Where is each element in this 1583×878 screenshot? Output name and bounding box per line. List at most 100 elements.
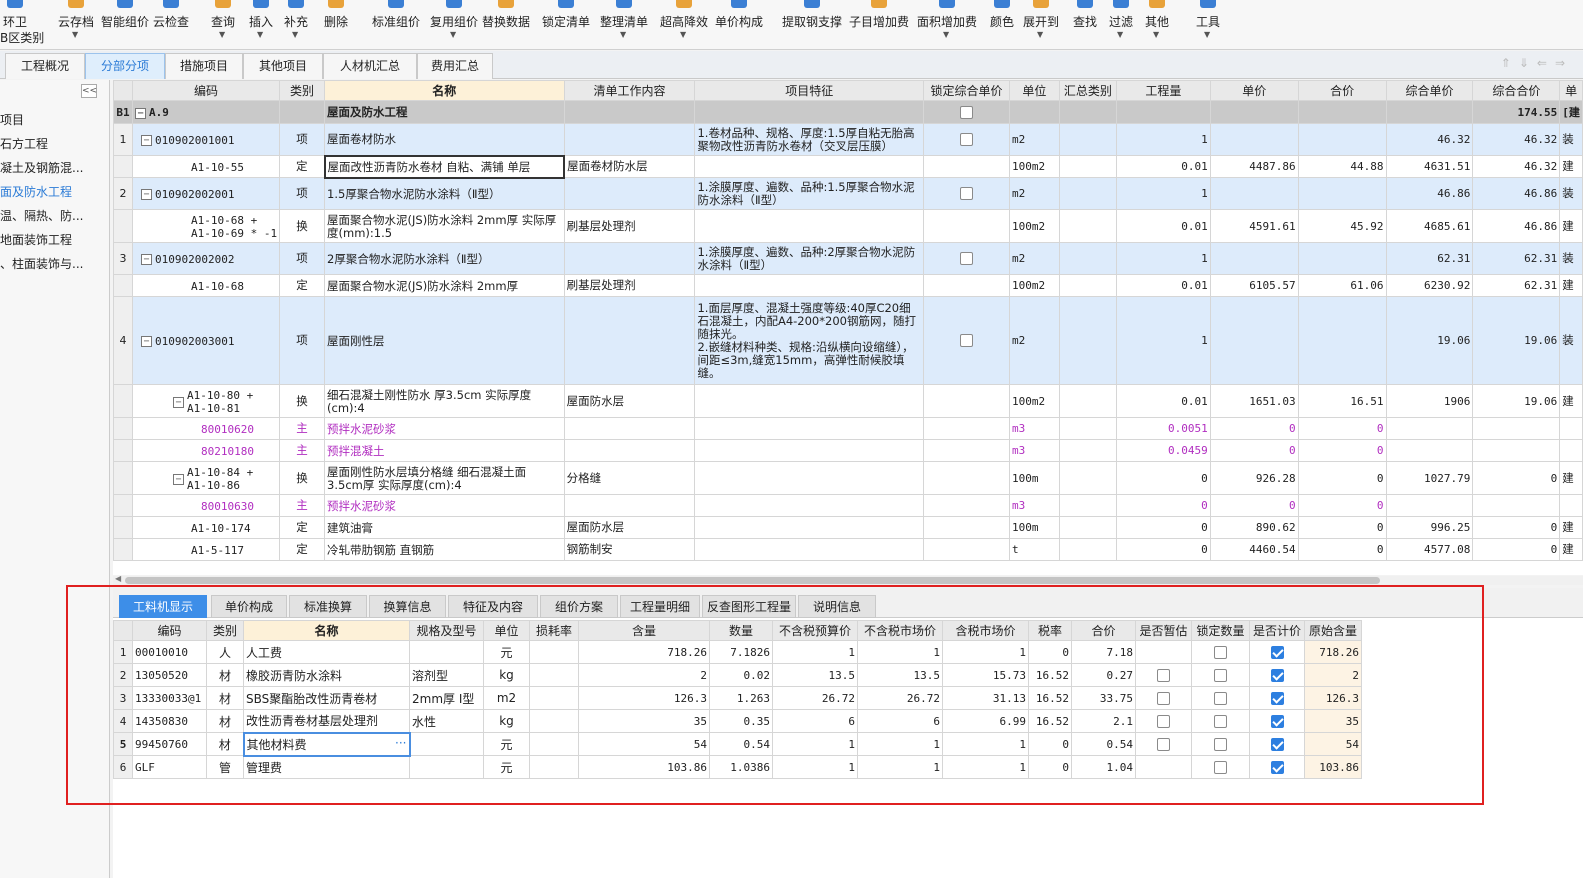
sidebar-item-0[interactable]: 项目 [0,110,108,130]
check-cell-lockq[interactable] [1191,709,1250,733]
resource-column-header-1[interactable]: 编码 [132,620,207,641]
ellipsis-icon[interactable]: ··· [395,736,406,750]
lock-cell[interactable] [922,417,1010,440]
sidebar-item-5[interactable]: 地面装饰工程 [0,230,108,250]
estimate-checkbox[interactable] [1157,737,1170,751]
lock-cell[interactable] [922,384,1010,418]
item-name[interactable]: 建筑油膏 [324,516,565,539]
toolbar-button-19[interactable]: 展开到 ▼ [1020,0,1062,49]
resource-column-header-9[interactable]: 不含税预算价 [772,620,858,641]
item-name[interactable]: 预拌混凝土 [324,439,565,462]
collapse-tree-icon[interactable]: − [140,336,152,348]
table-row[interactable]: 1−010902001001 项屋面卷材防水 1.卷材品种、规格、厚度:1.5厚自粘… [113,123,1583,156]
lock-checkbox[interactable] [959,252,973,266]
resource-row[interactable]: 1 00010010 人人工费元 718.26 7.1826 1 1 1 0 7.18 718.26 [113,640,1362,664]
resource-content[interactable]: 126.3 [578,686,710,710]
resource-content[interactable]: 54 [578,732,710,756]
detail-tab-0[interactable]: 工料机显示 [119,595,207,618]
toolbar-button-0[interactable]: 环卫 B区类别 [0,0,44,49]
lock-cell[interactable] [922,177,1010,210]
item-name[interactable]: 屋面聚合物水泥(JS)防水涂料 2mm厚 [324,274,565,297]
resource-row[interactable]: 4 14350830 材改性沥青卷材基层处理剂 水性 kg 35 0.35 6 6 6.99 16.… [113,709,1362,733]
column-header-11[interactable]: 合价 [1297,80,1387,101]
table-row[interactable]: −A1-10-80 + A1-10-81 换细石混凝土刚性防水 厚3.5cm 实际… [113,384,1583,418]
check-cell-lockq[interactable] [1191,640,1250,664]
resource-column-header-3[interactable]: 名称 [243,620,410,641]
resource-column-header-5[interactable]: 单位 [483,620,530,641]
toolbar-button-3[interactable]: 云检查 [152,0,190,49]
toolbar-button-17[interactable]: 面积增加费 ▼ [914,0,980,49]
toolbar-button-1[interactable]: 云存档 ▼ [56,0,96,49]
item-name[interactable]: 细石混凝土刚性防水 厚3.5cm 实际厚度(cm):4 [324,384,565,418]
lock-checkbox[interactable] [959,334,973,348]
lock-qty-checkbox[interactable] [1214,737,1227,751]
sidebar-item-2[interactable]: 凝土及钢筋混... [0,158,108,178]
lock-qty-checkbox[interactable] [1214,760,1227,774]
item-name[interactable]: 屋面改性沥青防水卷材 自粘、满铺 单层 [323,154,566,179]
column-header-13[interactable]: 综合合价 [1472,80,1561,101]
column-header-14[interactable]: 单 [1559,80,1583,101]
resource-column-header-7[interactable]: 含量 [578,620,710,641]
detail-tab-6[interactable]: 工程量明细 [620,595,700,618]
check-cell-est[interactable] [1135,732,1192,756]
detail-tab-7[interactable]: 反查图形工程量 [702,595,796,618]
check-cell-lockq[interactable] [1191,663,1250,687]
lock-cell[interactable] [922,494,1010,517]
lock-qty-checkbox[interactable] [1214,668,1227,682]
table-row[interactable]: A1-10-55 定屋面改性沥青防水卷材 自粘、满铺 单层 屋面卷材防水层 100m2… [113,154,1583,179]
lock-cell[interactable] [922,296,1010,385]
lock-cell[interactable] [922,100,1010,124]
table-row[interactable]: 4−010902003001 项屋面刚性层 1.面层厚度、混凝土强度等级:40厚C2… [113,296,1583,385]
resource-content[interactable]: 2 [578,663,710,687]
resource-content[interactable]: 35 [578,709,710,733]
sidebar-item-6[interactable]: 、柱面装饰与... [0,254,108,274]
column-header-6[interactable]: 锁定综合单价 [922,80,1010,101]
scroll-left-icon[interactable]: ◀ [115,574,121,583]
item-name[interactable]: 预拌水泥砂浆 [324,417,565,440]
priced-checkbox[interactable] [1270,668,1284,682]
lock-cell[interactable] [922,242,1010,275]
check-cell-lockq[interactable] [1191,686,1250,710]
toolbar-button-12[interactable]: 整理清单 ▼ [596,0,652,49]
table-row[interactable]: −A1-10-84 + A1-10-86 换屋面刚性防水层填分格缝 细石混凝土面3… [113,461,1583,495]
item-name[interactable]: 屋面聚合物水泥(JS)防水涂料 2mm厚 实际厚度(mm):1.5 [324,209,565,243]
lock-checkbox[interactable] [959,187,973,201]
estimate-checkbox[interactable] [1157,668,1170,682]
toolbar-button-21[interactable]: 过滤 ▼ [1106,0,1136,49]
check-cell-est[interactable] [1135,640,1192,664]
lock-cell[interactable] [922,461,1010,495]
scroll-thumb[interactable] [125,577,1380,584]
check-cell-est[interactable] [1135,663,1192,687]
resource-column-header-2[interactable]: 类别 [206,620,244,641]
priced-checkbox[interactable] [1270,645,1284,659]
detail-tab-4[interactable]: 特征及内容 [448,595,538,618]
resource-column-header-15[interactable]: 锁定数量 [1191,620,1250,641]
lock-checkbox[interactable] [959,133,973,147]
toolbar-button-16[interactable]: 子目增加费 [846,0,912,49]
detail-tab-3[interactable]: 换算信息 [369,595,446,618]
resource-content[interactable]: 103.86 [578,755,710,779]
tab-5[interactable]: 费用汇总 [417,53,493,79]
resource-column-header-10[interactable]: 不含税市场价 [857,620,943,641]
priced-checkbox[interactable] [1270,691,1284,705]
check-cell-lockq[interactable] [1191,755,1250,779]
resource-row[interactable]: 6 GLF 管管理费元 103.86 1.0386 1 1 1 0 1.04 103.86 [113,755,1362,779]
item-name[interactable]: 屋面刚性防水层填分格缝 细石混凝土面3.5cm厚 实际厚度(cm):4 [324,461,565,495]
toolbar-button-22[interactable]: 其他 ▼ [1142,0,1172,49]
tab-3[interactable]: 其他项目 [243,53,323,79]
resource-column-header-13[interactable]: 合价 [1071,620,1136,641]
column-header-5[interactable]: 项目特征 [694,80,924,101]
resource-name[interactable]: 其他材料费 ··· [242,731,411,757]
table-row[interactable]: 3−010902002002 项 2厚聚合物水泥防水涂料（Ⅱ型） 1.涂膜厚度、遍数、… [113,242,1583,275]
toolbar-button-23[interactable]: 工具 ▼ [1193,0,1223,49]
resource-name[interactable]: 橡胶沥青防水涂料 [243,663,410,687]
lock-qty-checkbox[interactable] [1214,645,1227,659]
resource-column-header-6[interactable]: 损耗率 [529,620,579,641]
toolbar-button-20[interactable]: 查找 [1068,0,1102,49]
column-header-2[interactable]: 类别 [279,80,326,101]
sidebar-item-1[interactable]: 石方工程 [0,134,108,154]
detail-tab-8[interactable]: 说明信息 [798,595,876,618]
toolbar-button-14[interactable]: 单价构成 [713,0,765,49]
resource-row[interactable]: 3 13330033@1 材 SBS聚酯胎改性沥青卷材 2mm厚 I型 m2 126.3 1.… [113,686,1362,710]
column-header-7[interactable]: 单位 [1008,80,1060,101]
